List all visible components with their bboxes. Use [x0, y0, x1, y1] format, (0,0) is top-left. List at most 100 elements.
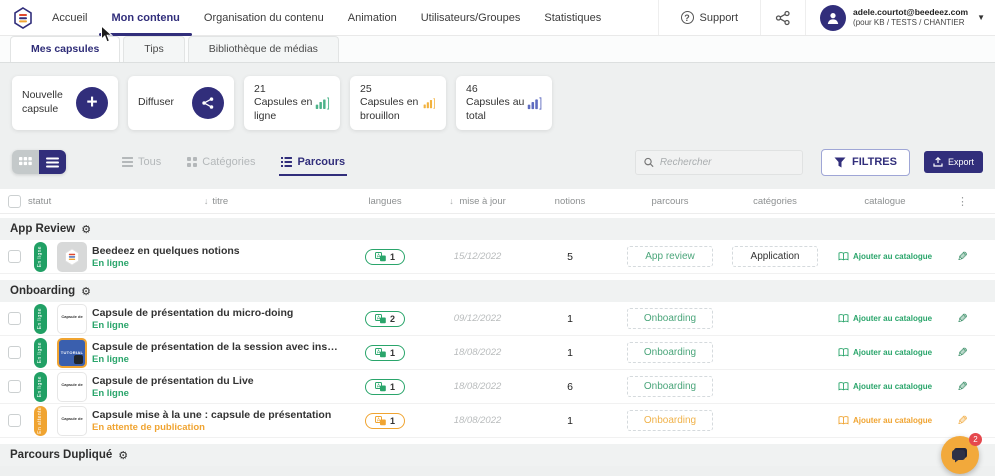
support-label: Support	[700, 12, 739, 24]
nav-item-accueil[interactable]: Accueil	[52, 0, 87, 35]
add-to-catalogue-link[interactable]: Ajouter au catalogue	[838, 252, 932, 261]
add-to-catalogue-link[interactable]: Ajouter au catalogue	[838, 416, 932, 425]
column-notions[interactable]: notions	[525, 196, 615, 207]
nav-item-statistiques[interactable]: Statistiques	[544, 0, 601, 35]
capsule-title[interactable]: Capsule de présentation du micro-doing	[92, 307, 340, 319]
chat-bubble-icon	[951, 447, 969, 463]
nav-item-utilisateurs[interactable]: Utilisateurs/Groupes	[421, 0, 521, 35]
nav-item-mon-contenu[interactable]: Mon contenu	[111, 0, 179, 35]
edit-pencil-icon[interactable]: ✎	[957, 249, 968, 265]
stat-card-total: 46 Capsules au total	[456, 76, 552, 130]
languages-badge[interactable]: A 1	[365, 379, 405, 395]
capsule-status: En attente de publication	[92, 422, 340, 433]
book-icon	[838, 382, 849, 391]
tab-mes-capsules[interactable]: Mes capsules	[10, 36, 120, 62]
capsule-title[interactable]: Capsule de présentation de la session av…	[92, 341, 340, 353]
row-checkbox[interactable]	[8, 346, 21, 359]
category-tag[interactable]: Application	[732, 246, 818, 267]
stat-card-brouillon: 25 Capsules en brouillon	[350, 76, 446, 130]
column-langues[interactable]: langues	[340, 196, 430, 207]
add-to-catalogue-link[interactable]: Ajouter au catalogue	[838, 348, 932, 357]
select-all-checkbox[interactable]	[8, 195, 21, 208]
group-name: Onboarding	[10, 285, 75, 297]
nav-item-animation[interactable]: Animation	[348, 0, 397, 35]
languages-badge[interactable]: A 1	[365, 249, 405, 265]
gear-icon[interactable]: ⚙	[118, 449, 128, 462]
filter-mode-label: Catégories	[202, 156, 255, 168]
diffuser-card[interactable]: Diffuser	[128, 76, 234, 130]
row-checkbox[interactable]	[8, 250, 21, 263]
edit-pencil-icon[interactable]: ✎	[957, 379, 968, 395]
parcours-list-icon	[281, 157, 292, 167]
gear-icon[interactable]: ⚙	[81, 285, 91, 298]
edit-pencil-icon[interactable]: ✎	[957, 311, 968, 327]
search-input[interactable]	[660, 157, 794, 168]
parcours-tag[interactable]: Onboarding	[627, 410, 713, 431]
filtres-label: FILTRES	[852, 156, 897, 168]
capsule-thumbnail[interactable]: Capsule deprésentation	[57, 304, 87, 334]
stat-text: 25 Capsules en brouillon	[360, 83, 423, 124]
share-network-button[interactable]	[761, 0, 805, 35]
nav-item-organisation[interactable]: Organisation du contenu	[204, 0, 324, 35]
list-view-button[interactable]	[39, 150, 66, 174]
languages-badge[interactable]: A 2	[365, 311, 405, 327]
column-statut[interactable]: statut	[28, 196, 92, 207]
row-checkbox[interactable]	[8, 414, 21, 427]
column-menu-kebab-icon[interactable]: ⋮	[957, 196, 968, 208]
export-button[interactable]: Export	[924, 151, 983, 173]
table-row[interactable]: En ligne Beedeez en quelques notions En …	[0, 240, 995, 274]
row-checkbox[interactable]	[8, 312, 21, 325]
notions-count: 1	[525, 415, 615, 427]
new-capsule-card[interactable]: Nouvelle capsule +	[12, 76, 118, 130]
capsule-thumbnail[interactable]	[57, 242, 87, 272]
parcours-tag[interactable]: Onboarding	[627, 376, 713, 397]
filter-mode-tous[interactable]: Tous	[122, 156, 161, 168]
filtres-button[interactable]: FILTRES	[821, 149, 910, 176]
table-row[interactable]: En attente Capsule deprésentation Capsul…	[0, 404, 995, 438]
column-parcours[interactable]: parcours	[615, 196, 725, 207]
capsule-title[interactable]: Capsule de présentation du Live	[92, 375, 340, 387]
edit-pencil-icon[interactable]: ✎	[957, 413, 968, 429]
row-checkbox[interactable]	[8, 380, 21, 393]
column-mise-a-jour[interactable]: ↓ mise à jour	[430, 196, 525, 207]
parcours-tag[interactable]: Onboarding	[627, 342, 713, 363]
stat-label: Capsules au total	[466, 96, 524, 122]
parcours-tag[interactable]: Onboarding	[627, 308, 713, 329]
capsule-title[interactable]: Beedeez en quelques notions	[92, 245, 340, 257]
account-menu[interactable]: adele.courtot@beedeez.com (pour KB / TES…	[806, 0, 995, 35]
filter-mode-parcours[interactable]: Parcours	[281, 156, 345, 168]
share-icon[interactable]	[192, 87, 224, 119]
table-row[interactable]: En ligne Capsule deprésentation Capsule …	[0, 370, 995, 404]
add-to-catalogue-link[interactable]: Ajouter au catalogue	[838, 382, 932, 391]
filter-mode-categories[interactable]: Catégories	[187, 156, 255, 168]
table-row[interactable]: En ligne TUTORIAL Capsule de présentatio…	[0, 336, 995, 370]
add-to-catalogue-link[interactable]: Ajouter au catalogue	[838, 314, 932, 323]
chat-widget-button[interactable]: 2	[941, 436, 979, 474]
gear-icon[interactable]: ⚙	[81, 223, 91, 236]
capsule-title[interactable]: Capsule mise à la une : capsule de prése…	[92, 409, 340, 421]
beedeez-logo-icon[interactable]	[12, 7, 34, 29]
tab-tips[interactable]: Tips	[123, 36, 184, 62]
group-name: App Review	[10, 223, 75, 235]
languages-badge[interactable]: A 1	[365, 345, 405, 361]
column-titre[interactable]: ↓ titre	[92, 196, 340, 207]
translate-icon: A	[375, 416, 386, 426]
capsule-thumbnail[interactable]: TUTORIAL	[57, 338, 87, 368]
sort-icon: ↓	[449, 196, 454, 206]
book-icon	[838, 348, 849, 357]
new-capsule-label: Nouvelle capsule	[22, 89, 76, 116]
capsules-table: statut ↓ titre langues ↓ mise à jour not…	[0, 189, 995, 466]
tab-bibliotheque[interactable]: Bibliothèque de médias	[188, 36, 339, 62]
topbar: Accueil Mon contenu Organisation du cont…	[0, 0, 995, 36]
support-button[interactable]: ? Support	[659, 0, 761, 35]
table-row[interactable]: En ligne Capsule deprésentation Capsule …	[0, 302, 995, 336]
edit-pencil-icon[interactable]: ✎	[957, 345, 968, 361]
column-catalogue[interactable]: catalogue	[825, 196, 945, 207]
capsule-thumbnail[interactable]: Capsule deprésentation	[57, 406, 87, 436]
grid-view-button[interactable]	[12, 150, 39, 174]
languages-badge[interactable]: A 1	[365, 413, 405, 429]
column-categories[interactable]: catégories	[725, 196, 825, 207]
plus-icon[interactable]: +	[76, 87, 108, 119]
capsule-thumbnail[interactable]: Capsule deprésentation	[57, 372, 87, 402]
parcours-tag[interactable]: App review	[627, 246, 713, 267]
